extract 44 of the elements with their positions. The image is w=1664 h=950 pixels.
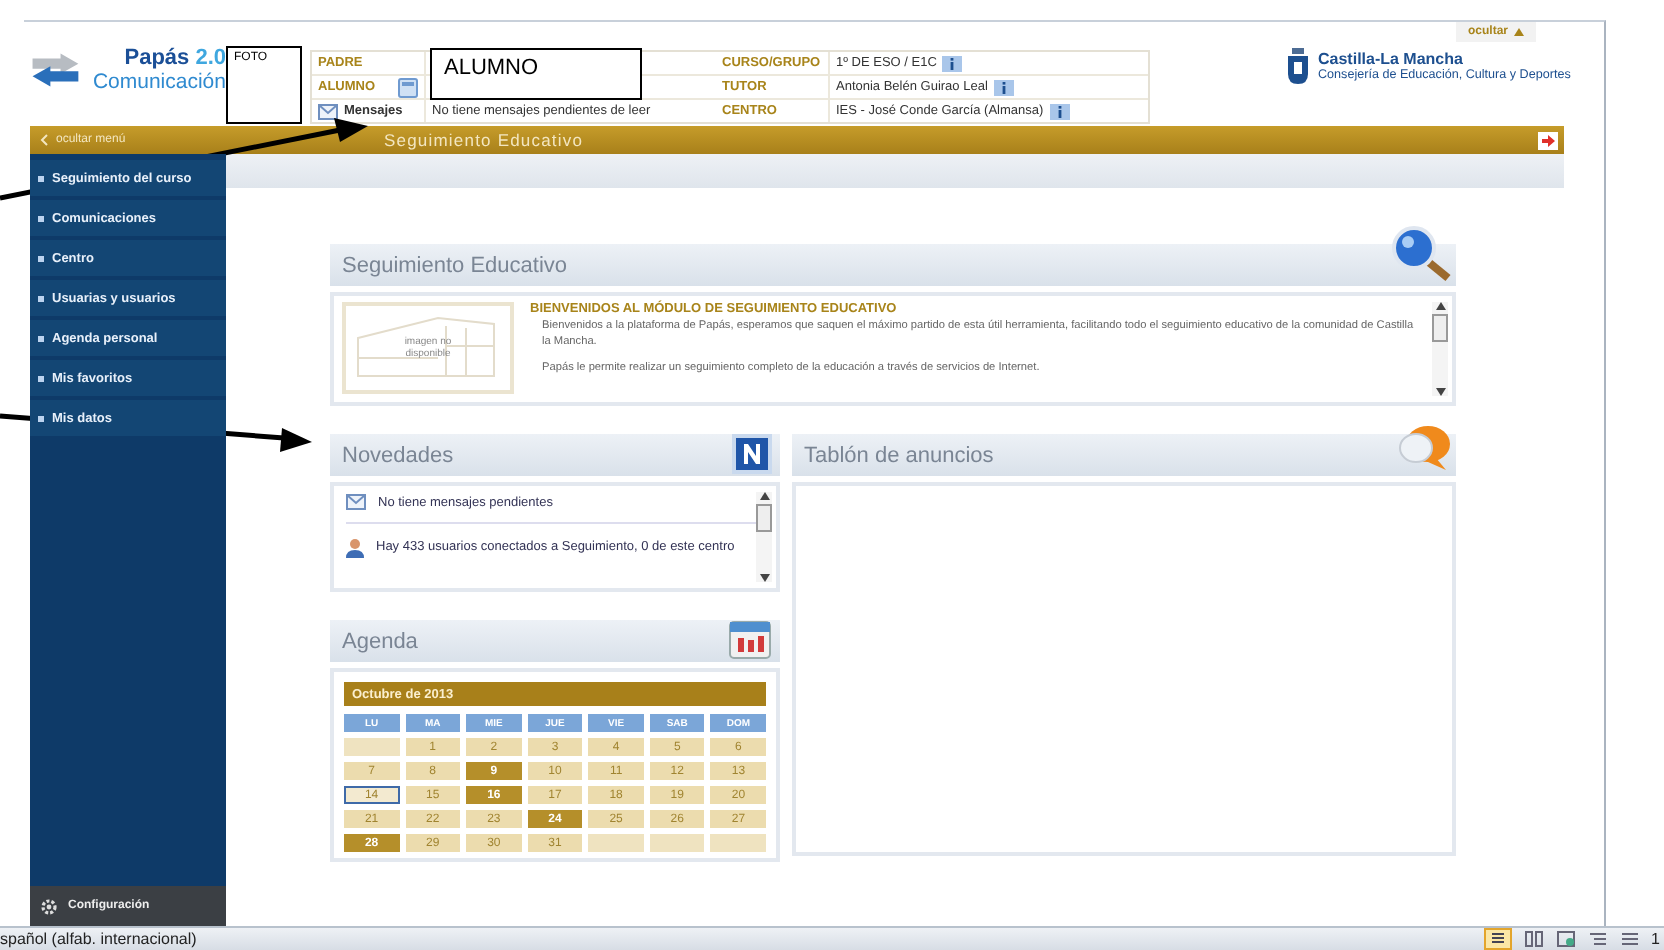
envelope-icon — [346, 494, 366, 510]
draft-view-icon[interactable] — [1619, 930, 1640, 948]
language-indicator[interactable]: spañol (alfab. internacional) — [0, 930, 197, 948]
panel-title: Agenda — [342, 629, 418, 653]
panel-title: Tablón de anuncios — [804, 443, 994, 467]
zoom-level[interactable]: 1 — [1651, 930, 1660, 948]
scroll-up-icon[interactable] — [759, 492, 769, 500]
bullet-icon — [38, 295, 44, 301]
scroll-up-icon[interactable] — [1435, 302, 1445, 310]
panel-title: Seguimiento Educativo — [342, 253, 568, 277]
bullet-icon — [38, 415, 44, 421]
caret-up-icon — [1514, 28, 1524, 36]
logo-title: Papás 2.0 — [122, 46, 226, 70]
arrow-right-icon[interactable] — [1538, 131, 1558, 149]
card-icon[interactable] — [397, 77, 418, 97]
scroll-down-icon[interactable] — [759, 574, 769, 582]
scroll-down-icon[interactable] — [1435, 388, 1445, 396]
web-layout-icon[interactable] — [1555, 930, 1576, 948]
bullet-icon — [38, 375, 44, 381]
scrollbar[interactable] — [1432, 302, 1448, 396]
org-name: Castilla-La Mancha — [1318, 50, 1465, 68]
logo-subtitle: Comunicación — [92, 70, 226, 94]
info-icon[interactable] — [993, 79, 1014, 95]
magnifier-icon — [1388, 226, 1452, 282]
info-icon[interactable] — [942, 55, 963, 71]
panel-title: Novedades — [342, 443, 454, 467]
reading-view-icon[interactable] — [1523, 930, 1544, 948]
letter-n-icon — [732, 434, 772, 474]
scrollbar[interactable] — [756, 492, 772, 582]
print-layout-icon[interactable] — [1483, 928, 1512, 950]
section-title: Seguimiento Educativo — [384, 130, 584, 150]
gear-icon — [40, 897, 58, 915]
bullet-icon — [38, 175, 44, 181]
calendar-icon — [728, 616, 772, 660]
info-icon[interactable] — [1049, 103, 1070, 119]
chevron-left-icon — [40, 134, 48, 146]
student-annotation-box: ALUMNO — [430, 48, 642, 100]
envelope-icon — [318, 103, 338, 119]
person-icon — [346, 538, 364, 559]
bullet-icon — [38, 215, 44, 221]
bullet-icon — [38, 255, 44, 261]
outline-view-icon[interactable] — [1587, 930, 1608, 948]
coat-of-arms-icon — [1286, 46, 1310, 86]
bullet-icon — [38, 335, 44, 341]
